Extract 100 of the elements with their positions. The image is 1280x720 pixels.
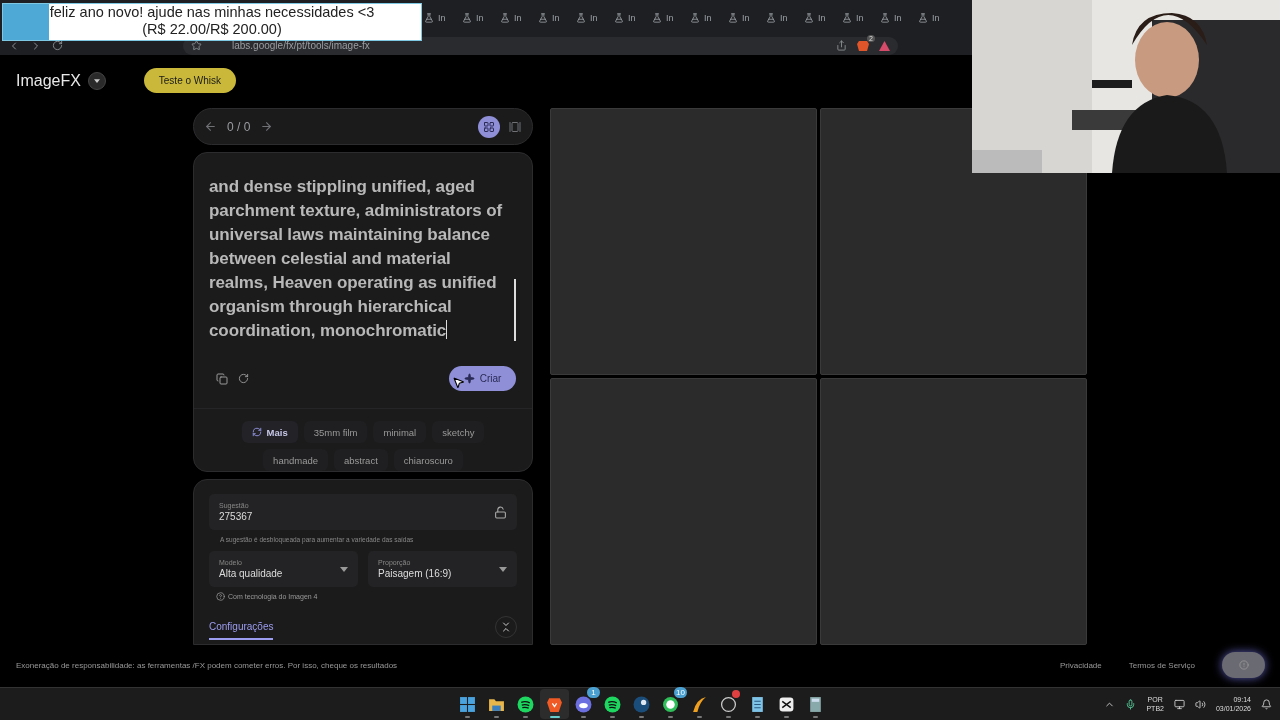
share-icon[interactable] <box>836 40 847 51</box>
donation-amount: (R$ 22.00/R$ 200.00) <box>141 21 283 38</box>
caret-icon <box>93 78 100 83</box>
style-chip[interactable]: sketchy <box>432 421 485 443</box>
tab-title: In <box>438 13 446 23</box>
caret-icon <box>340 566 348 572</box>
tab-title: In <box>742 13 750 23</box>
tab-title: In <box>704 13 712 23</box>
app-icon[interactable] <box>575 695 592 713</box>
tab-title: In <box>894 13 902 23</box>
style-chip[interactable]: handmade <box>263 449 328 471</box>
whisk-button[interactable]: Teste o Whisk <box>143 68 236 93</box>
mouse-pointer-icon <box>452 376 465 389</box>
flask-icon <box>766 13 776 23</box>
grid-view-button[interactable] <box>478 115 500 138</box>
browser-tab[interactable]: In <box>614 13 652 23</box>
style-chip[interactable]: chiaroscuro <box>393 449 463 471</box>
browser-tab[interactable]: In <box>728 13 766 23</box>
footer-link[interactable]: Privacidade <box>1059 660 1102 670</box>
grid-icon <box>483 120 495 133</box>
more-chip[interactable]: Mais <box>241 421 298 443</box>
url-text: labs.google/fx/pt/tools/image-fx <box>232 40 371 51</box>
tab-title: In <box>932 13 940 23</box>
footer-link[interactable]: Termos de Serviço <box>1128 660 1195 670</box>
start-icon[interactable] <box>459 695 476 713</box>
triangle-icon[interactable] <box>879 40 890 51</box>
flask-icon <box>690 13 700 23</box>
notification-badge: 1 <box>587 687 600 698</box>
create-button[interactable]: Criar <box>449 366 516 392</box>
style-chip[interactable]: minimal <box>373 421 427 443</box>
flask-icon <box>918 13 928 23</box>
browser-tab[interactable]: In <box>690 13 728 23</box>
app-icon[interactable] <box>662 695 679 713</box>
unlock-icon[interactable] <box>494 505 507 519</box>
app-icon[interactable] <box>546 695 563 713</box>
app-icon[interactable] <box>749 695 766 713</box>
alert-icon <box>1238 660 1249 670</box>
refresh-icon <box>251 427 262 437</box>
network-icon[interactable] <box>1173 698 1185 710</box>
browser-tab[interactable]: In <box>576 13 614 23</box>
reload-icon[interactable] <box>52 40 63 51</box>
sparkle-icon <box>463 373 475 385</box>
browser-tab[interactable]: In <box>424 13 462 23</box>
style-chip[interactable]: abstract <box>334 449 388 471</box>
app-icon[interactable] <box>517 695 534 713</box>
caret-icon <box>499 566 507 572</box>
field-value: 275367 <box>219 511 254 522</box>
extension-icon[interactable] <box>857 39 869 52</box>
flask-icon <box>614 13 624 23</box>
browser-tab[interactable]: In <box>538 13 576 23</box>
notification-badge: 10 <box>674 687 687 698</box>
app-logo: ImageFX <box>16 71 81 90</box>
app-icon[interactable] <box>720 695 737 713</box>
flask-icon <box>728 13 738 23</box>
donation-message: feliz ano novo! ajude nas minhas necessidades <3 <box>48 4 376 21</box>
volume-icon[interactable] <box>1194 698 1206 710</box>
tab-title: In <box>856 13 864 23</box>
browser-tab[interactable]: In <box>918 13 956 23</box>
app-icon[interactable] <box>604 695 621 713</box>
field-value: Paisagem (16:9) <box>378 568 453 579</box>
notification-icon[interactable] <box>1261 698 1272 710</box>
help-icon[interactable] <box>216 592 225 601</box>
browser-tab[interactable]: In <box>652 13 690 23</box>
tab-title: In <box>818 13 826 23</box>
browser-tab[interactable]: In <box>804 13 842 23</box>
app-icon[interactable] <box>633 695 650 713</box>
browser-tab[interactable]: In <box>500 13 538 23</box>
field-value: Alta qualidade <box>219 568 284 579</box>
image-counter: 0 / 0 <box>227 119 251 134</box>
scrollbar[interactable] <box>514 279 516 341</box>
flask-icon <box>576 13 586 23</box>
app-menu-button[interactable] <box>87 71 106 90</box>
copy-button[interactable] <box>216 372 228 385</box>
bookmark-icon[interactable] <box>191 40 202 51</box>
app-icon[interactable] <box>807 695 824 713</box>
browser-tab[interactable]: In <box>842 13 880 23</box>
settings-tab[interactable]: Configurações <box>209 620 274 640</box>
flask-icon <box>842 13 852 23</box>
browser-tab[interactable]: In <box>462 13 500 23</box>
tab-title: In <box>476 13 484 23</box>
tab-title: In <box>628 13 636 23</box>
style-chip[interactable]: 35mm film <box>303 421 368 443</box>
reset-button[interactable] <box>238 373 249 385</box>
disclaimer-text: Exoneração de responsabilidade: as ferramentas /FX podem cometer erros. Por isso, cheque os resultados <box>16 660 398 670</box>
app-icon[interactable] <box>778 695 795 713</box>
feedback-button[interactable] <box>1222 652 1265 678</box>
previous-icon[interactable] <box>204 120 217 133</box>
reset-icon <box>238 373 249 385</box>
flask-icon <box>652 13 662 23</box>
browser-tab[interactable]: In <box>880 13 918 23</box>
flask-icon <box>804 13 814 23</box>
tab-title: In <box>552 13 560 23</box>
next-icon[interactable] <box>260 120 274 133</box>
prompt-input[interactable]: and dense stippling unified, aged parchment texture, administrators of universal laws maintaining balance between celestial and material realms, Heaven operating as unified organism through hierarchical coordination, monochromatic <box>209 175 508 343</box>
browser-tab[interactable]: In <box>766 13 804 23</box>
flask-icon <box>462 13 472 23</box>
flask-icon <box>538 13 548 23</box>
tab-title: In <box>666 13 674 23</box>
tab-title: In <box>590 13 598 23</box>
microphone-icon[interactable] <box>1125 698 1137 710</box>
